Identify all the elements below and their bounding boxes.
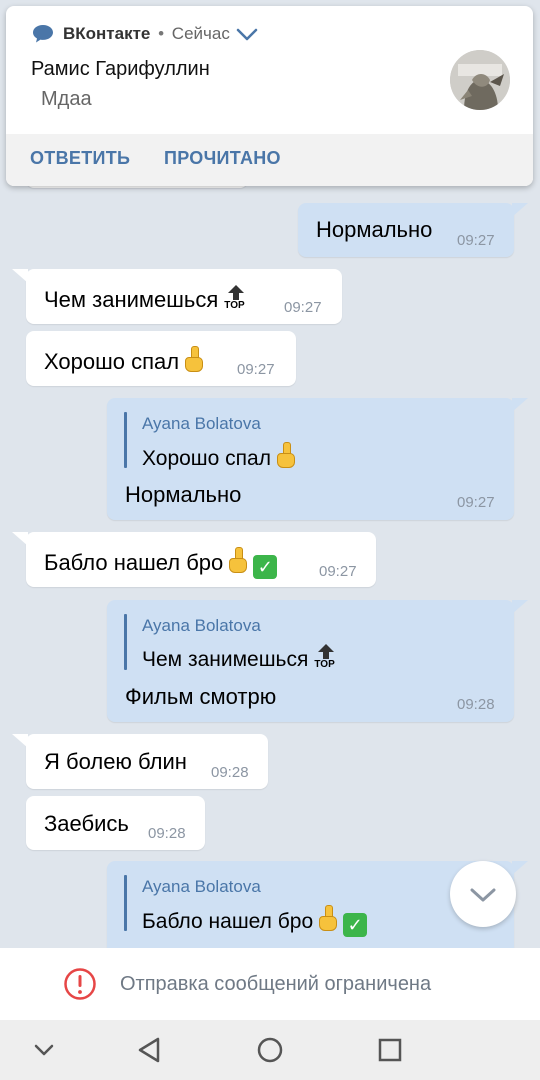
message-time: 09:28 [457,696,495,713]
restriction-text: Отправка сообщений ограничена [120,973,432,995]
message-time: 09:27 [457,494,495,511]
bubble-tail [512,600,528,614]
notification-time: Сейчас [171,24,230,43]
message-text: Чем занимешься TOP [44,285,248,313]
message-time: 09:28 [211,764,249,781]
message-bubble-outgoing[interactable]: Нормально 09:27 [298,203,514,257]
reply-quote-bar [124,412,127,468]
vk-message-icon [33,25,53,43]
bubble-tail [12,269,28,283]
top-arrow-emoji-icon: TOP [224,285,248,313]
message-text: Нормально [316,217,433,242]
message-bubble-incoming[interactable]: Заебись 09:28 [26,796,205,850]
bubble-tail [512,203,528,217]
bubble-tail [12,532,28,546]
sending-restricted-bar: Отправка сообщений ограничена [0,948,540,1020]
message-text: Заебись [44,811,129,836]
message-bubble-outgoing-reply[interactable]: Ayana Bolatova Чем занимешься TOP Фильм с… [107,600,514,722]
reply-quoted-text: Бабло нашел бро ✓ [142,905,368,937]
reply-text-content: Чем занимешься [142,648,309,671]
index-finger-emoji-icon [317,905,338,931]
reply-text-content: Бабло нашел бро [142,910,314,933]
message-bubble-incoming[interactable]: Хорошо спал 09:27 [26,331,296,386]
back-triangle-icon[interactable] [136,1036,164,1064]
reply-quote-bar [124,614,127,670]
message-text: Я болею блин [44,749,187,774]
check-mark-emoji-icon: ✓ [343,913,368,937]
message-bubble-incoming[interactable]: Чем занимешься TOP 09:27 [26,269,342,324]
message-bubble-outgoing-reply[interactable]: Ayana Bolatova Хорошо спал Нормально 09:… [107,398,514,520]
message-text-content: Хорошо спал [44,349,180,374]
index-finger-emoji-icon [227,547,248,573]
bubble-tail [12,734,28,748]
notification-message: Мдаа [41,88,92,110]
app-name: ВКонтакте [63,24,151,43]
message-time: 09:27 [284,299,322,316]
message-text: Нормально [125,482,242,507]
message-text: Бабло нашел бро ✓ [44,547,278,579]
reply-author: Ayana Bolatova [142,616,261,635]
message-text: Фильм смотрю [125,684,277,709]
chevron-down-icon[interactable] [32,1042,56,1058]
mark-read-button[interactable]: ПРОЧИТАНО [164,148,281,169]
reply-button[interactable]: ОТВЕТИТЬ [30,148,130,169]
top-arrow-emoji-icon: TOP [314,644,338,672]
system-navigation-bar [0,1020,540,1080]
message-text: Хорошо спал [44,346,204,375]
notification-actions: ОТВЕТИТЬ ПРОЧИТАНО [6,134,533,186]
chevron-down-icon [470,888,496,902]
alert-circle-icon [64,968,96,1000]
reply-quoted-text: Хорошо спал [142,442,295,471]
recents-square-icon[interactable] [377,1037,403,1063]
notification-sender: Рамис Гарифуллин [31,58,210,80]
message-text-content: Бабло нашел бро [44,550,224,575]
message-time: 09:28 [148,825,186,842]
reply-author: Ayana Bolatova [142,877,261,896]
notification-header: ВКонтакте • Сейчас [63,24,230,44]
message-bubble-incoming[interactable]: Бабло нашел бро ✓ 09:27 [26,532,376,587]
sender-avatar [450,50,510,110]
message-bubble-incoming[interactable]: Я болею блин 09:28 [26,734,268,789]
bubble-tail [512,398,528,412]
push-notification[interactable]: ВКонтакте • Сейчас Рамис Гарифуллин Мдаа… [6,6,533,186]
index-finger-emoji-icon [275,442,295,468]
reply-text-content: Хорошо спал [142,447,271,470]
header-separator: • [158,24,165,43]
message-time: 09:27 [237,361,275,378]
home-circle-icon[interactable] [256,1036,284,1064]
reply-author: Ayana Bolatova [142,414,261,433]
index-finger-emoji-icon [183,346,204,372]
reply-quoted-text: Чем занимешься TOP [142,644,338,672]
message-time: 09:27 [319,563,357,580]
top-emoji-label: TOP [224,300,245,311]
scroll-to-bottom-button[interactable] [450,861,516,927]
chevron-down-icon[interactable] [236,28,258,42]
top-emoji-label: TOP [314,659,335,670]
reply-quote-bar [124,875,127,931]
message-time: 09:27 [457,232,495,249]
check-mark-emoji-icon: ✓ [253,555,278,579]
message-text-content: Чем занимешься [44,287,219,312]
